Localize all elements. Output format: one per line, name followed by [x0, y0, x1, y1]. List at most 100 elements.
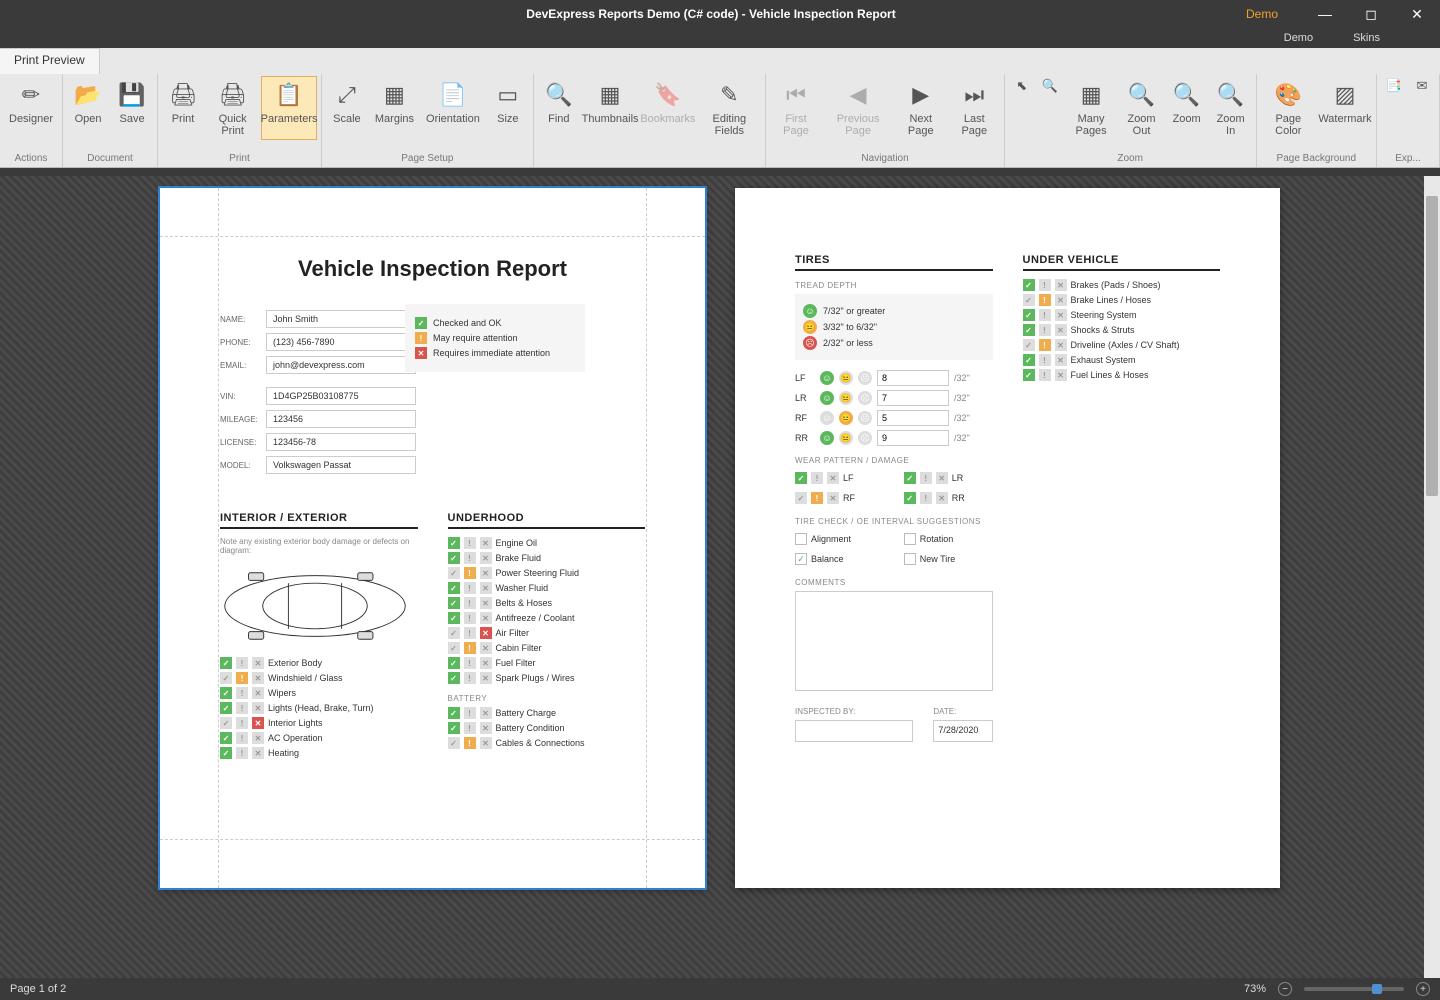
- status-r-icon[interactable]: ✕: [480, 537, 492, 549]
- checkbox[interactable]: [904, 533, 916, 545]
- status-g-icon[interactable]: ✓: [1023, 294, 1035, 306]
- tread-value-input[interactable]: [877, 370, 949, 386]
- status-y-icon[interactable]: !: [1039, 354, 1051, 366]
- suggestion-item[interactable]: New Tire: [904, 553, 993, 565]
- status-g-icon[interactable]: ✓: [448, 582, 460, 594]
- status-g-icon[interactable]: ✓: [1023, 339, 1035, 351]
- status-icon[interactable]: !: [811, 472, 823, 484]
- tab-demo[interactable]: Demo: [1284, 32, 1313, 44]
- status-y-icon[interactable]: !: [464, 627, 476, 639]
- date-field[interactable]: 7/28/2020: [933, 720, 992, 742]
- tab-print-preview[interactable]: Print Preview: [0, 48, 100, 74]
- status-y-icon[interactable]: !: [236, 702, 248, 714]
- check-item[interactable]: ✓!✕Exhaust System: [1023, 354, 1221, 366]
- tread-g-icon[interactable]: ☺: [820, 431, 834, 445]
- status-g-icon[interactable]: ✓: [448, 627, 460, 639]
- status-r-icon[interactable]: ✕: [252, 672, 264, 684]
- ribbon-quick-print-button[interactable]: 🖨Quick Print: [206, 76, 259, 140]
- ribbon-page-color-button[interactable]: 🎨Page Color: [1261, 76, 1316, 140]
- status-y-icon[interactable]: !: [1039, 339, 1051, 351]
- check-item[interactable]: ✓!✕Interior Lights: [220, 717, 418, 729]
- status-g-icon[interactable]: ✓: [448, 737, 460, 749]
- check-item[interactable]: ✓!✕Power Steering Fluid: [448, 567, 646, 579]
- ribbon-editing-fields-button[interactable]: ✎Editing Fields: [697, 76, 761, 140]
- tread-y-icon[interactable]: 😐: [839, 371, 853, 385]
- status-g-icon[interactable]: ✓: [448, 552, 460, 564]
- status-g-icon[interactable]: ✓: [1023, 354, 1035, 366]
- wear-item[interactable]: ✓!✕RR: [904, 492, 993, 504]
- status-icon[interactable]: !: [920, 472, 932, 484]
- field-mileage[interactable]: 123456: [266, 410, 416, 428]
- zoom-slider[interactable]: [1304, 987, 1404, 991]
- ribbon-last-page-button[interactable]: ⏭Last Page: [949, 76, 1000, 140]
- tread-y-icon[interactable]: 😐: [839, 411, 853, 425]
- ribbon-thumbnails-button[interactable]: ▦Thumbnails: [582, 76, 639, 140]
- field-model[interactable]: Volkswagen Passat: [266, 456, 416, 474]
- ribbon-find-button[interactable]: 🔍Find: [538, 76, 580, 140]
- status-r-icon[interactable]: ✕: [480, 612, 492, 624]
- zoom-out-button[interactable]: −: [1278, 982, 1292, 996]
- tread-value-input[interactable]: [877, 390, 949, 406]
- wear-item[interactable]: ✓!✕RF: [795, 492, 884, 504]
- status-g-icon[interactable]: ✓: [220, 732, 232, 744]
- tread-y-icon[interactable]: 😐: [839, 391, 853, 405]
- check-item[interactable]: ✓!✕Engine Oil: [448, 537, 646, 549]
- status-y-icon[interactable]: !: [236, 687, 248, 699]
- tab-skins[interactable]: Skins: [1353, 32, 1380, 44]
- wear-item[interactable]: ✓!✕LF: [795, 472, 884, 484]
- ribbon---button[interactable]: ⬉: [1009, 76, 1035, 96]
- comments-box[interactable]: [795, 591, 993, 691]
- ribbon-print-button[interactable]: 🖨Print: [162, 76, 204, 140]
- status-r-icon[interactable]: ✕: [1055, 354, 1067, 366]
- field-name[interactable]: John Smith: [266, 310, 416, 328]
- tread-y-icon[interactable]: 😐: [839, 431, 853, 445]
- status-g-icon[interactable]: ✓: [448, 707, 460, 719]
- status-icon[interactable]: ✕: [827, 472, 839, 484]
- status-r-icon[interactable]: ✕: [1055, 309, 1067, 321]
- vertical-scrollbar[interactable]: [1424, 176, 1440, 978]
- check-item[interactable]: ✓!✕Heating: [220, 747, 418, 759]
- check-item[interactable]: ✓!✕Spark Plugs / Wires: [448, 672, 646, 684]
- check-item[interactable]: ✓!✕Antifreeze / Coolant: [448, 612, 646, 624]
- status-r-icon[interactable]: ✕: [480, 722, 492, 734]
- status-icon[interactable]: ✕: [936, 492, 948, 504]
- maximize-button[interactable]: ◻: [1348, 6, 1394, 23]
- status-r-icon[interactable]: ✕: [480, 582, 492, 594]
- status-r-icon[interactable]: ✕: [480, 627, 492, 639]
- ribbon-scale-button[interactable]: ⤢Scale: [326, 76, 368, 140]
- status-y-icon[interactable]: !: [236, 732, 248, 744]
- field-phone[interactable]: (123) 456-7890: [266, 333, 416, 351]
- status-y-icon[interactable]: !: [464, 707, 476, 719]
- status-icon[interactable]: ✕: [827, 492, 839, 504]
- status-r-icon[interactable]: ✕: [480, 552, 492, 564]
- check-item[interactable]: ✓!✕Belts & Hoses: [448, 597, 646, 609]
- check-item[interactable]: ✓!✕Steering System: [1023, 309, 1221, 321]
- status-r-icon[interactable]: ✕: [1055, 324, 1067, 336]
- minimize-button[interactable]: —: [1302, 6, 1348, 23]
- status-r-icon[interactable]: ✕: [480, 737, 492, 749]
- check-item[interactable]: ✓!✕Exterior Body: [220, 657, 418, 669]
- zoom-in-button[interactable]: +: [1416, 982, 1430, 996]
- status-g-icon[interactable]: ✓: [220, 702, 232, 714]
- status-r-icon[interactable]: ✕: [480, 597, 492, 609]
- status-g-icon[interactable]: ✓: [448, 722, 460, 734]
- status-r-icon[interactable]: ✕: [252, 687, 264, 699]
- status-r-icon[interactable]: ✕: [252, 732, 264, 744]
- check-item[interactable]: ✓!✕Brakes (Pads / Shoes): [1023, 279, 1221, 291]
- viewport[interactable]: Vehicle Inspection Report NAME:John Smit…: [0, 176, 1440, 978]
- ribbon---button[interactable]: 🔍: [1037, 76, 1063, 96]
- checkbox[interactable]: [795, 533, 807, 545]
- status-icon[interactable]: ✓: [904, 492, 916, 504]
- ribbon-margins-button[interactable]: ▦Margins: [370, 76, 419, 140]
- status-y-icon[interactable]: !: [464, 567, 476, 579]
- status-icon[interactable]: ✓: [795, 492, 807, 504]
- tread-r-icon[interactable]: ☹: [858, 371, 872, 385]
- status-g-icon[interactable]: ✓: [448, 567, 460, 579]
- status-y-icon[interactable]: !: [1039, 309, 1051, 321]
- tread-g-icon[interactable]: ☺: [820, 391, 834, 405]
- status-g-icon[interactable]: ✓: [448, 642, 460, 654]
- status-y-icon[interactable]: !: [464, 537, 476, 549]
- page-2[interactable]: TIRES TREAD DEPTH ☺7/32" or greater 😐3/3…: [735, 188, 1280, 888]
- status-g-icon[interactable]: ✓: [220, 717, 232, 729]
- ribbon-designer-button[interactable]: ✏Designer: [4, 76, 58, 140]
